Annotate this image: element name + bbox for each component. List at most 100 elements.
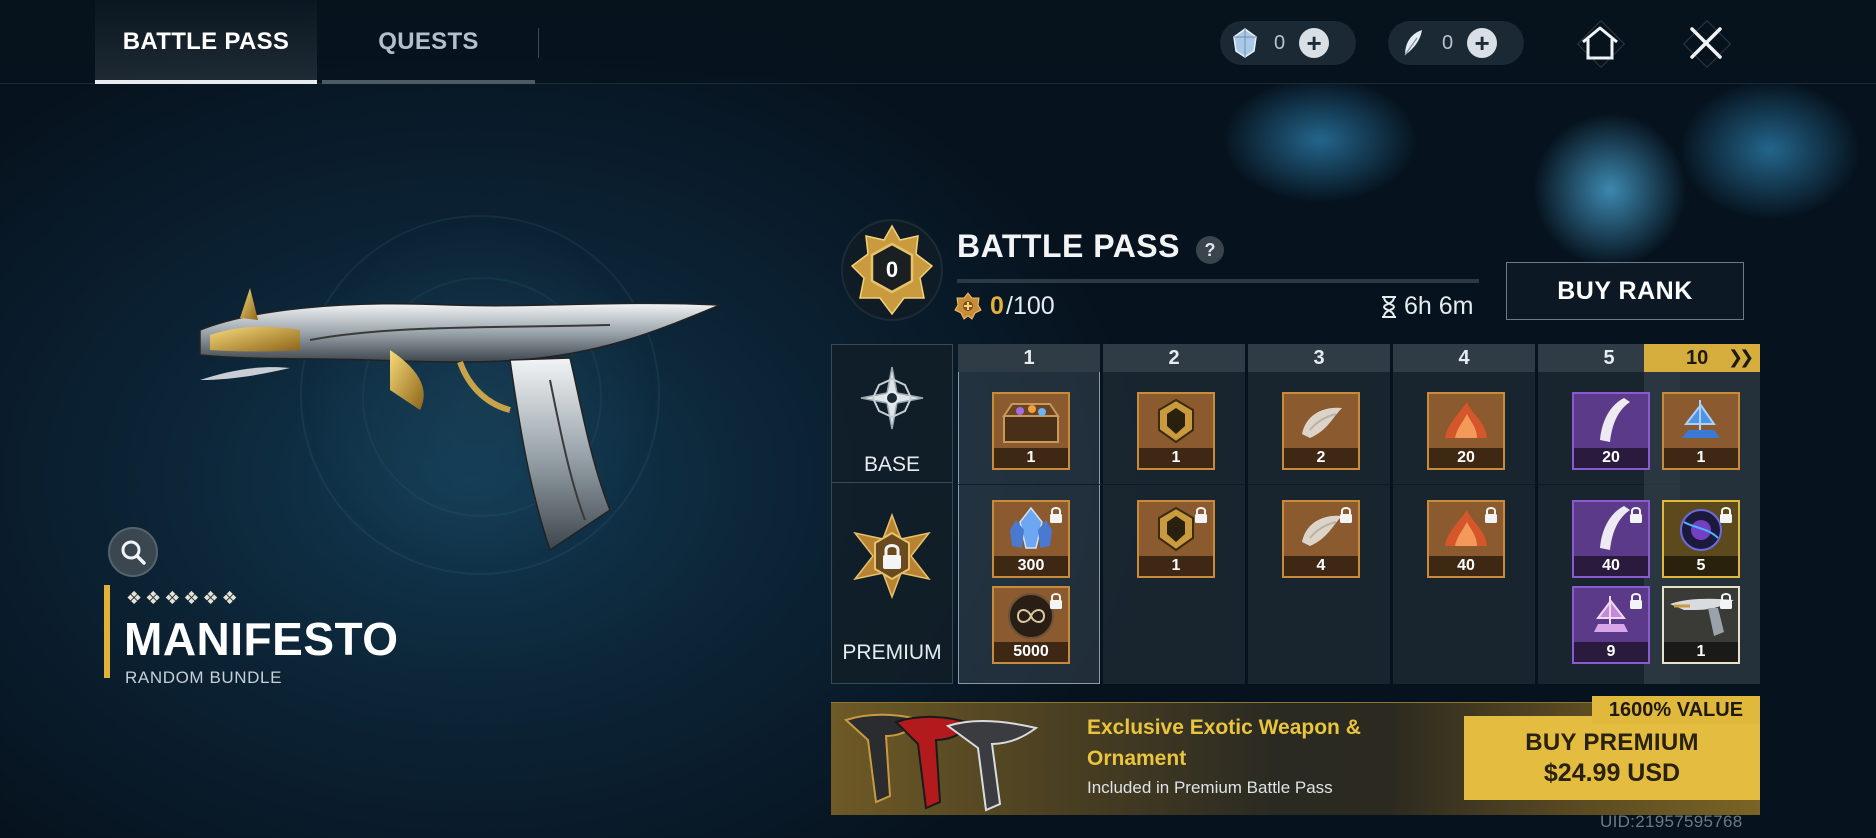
reward-quantity: 20 — [1429, 448, 1503, 468]
level-header-4: 4 — [1393, 344, 1535, 372]
reward-gold-engram[interactable]: 1 — [1137, 392, 1215, 470]
hourglass-icon — [1382, 295, 1396, 318]
reward-quantity: 40 — [1574, 556, 1648, 576]
tab-battle-pass[interactable]: BATTLE PASS — [95, 0, 317, 84]
reward-essence-premium[interactable]: 4 — [1282, 500, 1360, 578]
home-icon — [1582, 26, 1618, 60]
lock-icon — [1630, 593, 1642, 609]
premium-banner-subtitle: Included in Premium Battle Pass — [1087, 778, 1333, 797]
reward-quantity: 1 — [1139, 448, 1213, 468]
reward-ship[interactable]: 9 — [1572, 586, 1650, 664]
reward-purple-shard-premium[interactable]: 40 — [1572, 500, 1650, 578]
reward-gold-engram-premium[interactable]: 1 — [1137, 500, 1215, 578]
feather-amount: 0 — [1442, 31, 1454, 54]
reward-quantity: 9 — [1574, 642, 1648, 662]
tab-divider — [538, 28, 539, 58]
value-badge: 1600% VALUE — [1592, 696, 1760, 724]
zoom-button[interactable] — [108, 527, 158, 577]
xp-current: 0 — [990, 292, 1004, 320]
buy-premium-button[interactable]: BUY PREMIUM $24.99 USD — [1464, 716, 1760, 800]
weapon-name: MANIFESTO — [124, 613, 399, 665]
top-bar: BATTLE PASS QUESTS 0 + 0 + — [0, 0, 1876, 84]
reward-quantity: 5000 — [994, 642, 1068, 662]
reward-quantity: 1 — [994, 448, 1068, 468]
base-track-icon — [860, 366, 924, 430]
essence-icon — [1302, 407, 1342, 438]
reward-chest[interactable]: 1 — [992, 392, 1070, 470]
lock-icon — [1050, 593, 1062, 609]
close-icon — [1690, 27, 1722, 59]
reward-quantity: 4 — [1284, 556, 1358, 576]
level-header-3: 3 — [1248, 344, 1390, 372]
reward-ember-premium[interactable]: 40 — [1427, 500, 1505, 578]
treasure-chest-icon — [1002, 403, 1060, 443]
skip-forward-icon: ❯❯ — [1728, 347, 1754, 367]
level-header-1: 1 — [958, 344, 1100, 372]
search-icon — [121, 540, 146, 565]
crystal-currency: 0 + — [1220, 21, 1356, 65]
tab-battle-pass-label: BATTLE PASS — [122, 28, 290, 55]
tab-quests[interactable]: QUESTS — [322, 0, 535, 84]
reward-essence[interactable]: 2 — [1282, 392, 1360, 470]
ship-icon — [1682, 400, 1720, 438]
track-lane-divider — [832, 482, 952, 483]
lock-icon — [1720, 593, 1732, 609]
reward-quantity: 1 — [1139, 556, 1213, 576]
lock-icon — [1340, 507, 1352, 523]
row-separator — [958, 484, 1760, 485]
user-id: UID:21957595768 — [1600, 812, 1743, 831]
reward-exotic-weapon[interactable]: 1 — [1662, 586, 1740, 664]
feather-icon — [1404, 30, 1422, 56]
season-timer: 6h 6m — [1380, 292, 1473, 321]
reward-quantity: 20 — [1574, 448, 1648, 468]
premium-track-icon — [853, 513, 931, 599]
buy-premium-price: $24.99 USD — [1543, 758, 1681, 787]
ember-icon — [1445, 402, 1487, 438]
shard-icon — [1600, 398, 1630, 442]
premium-track-label: PREMIUM — [842, 641, 942, 664]
add-crystal-button[interactable]: + — [1299, 28, 1330, 58]
level-header-10-label: 10 — [1686, 347, 1709, 369]
premium-banner-title: Exclusive Exotic Weapon & Ornament — [1087, 716, 1361, 770]
lock-icon — [1050, 507, 1062, 523]
rank-number: 0 — [886, 257, 898, 282]
crystal-icon — [1233, 28, 1257, 58]
weapon-rarity: ❖❖❖❖❖❖ — [126, 588, 241, 608]
reward-quantity: 2 — [1284, 448, 1358, 468]
reward-quantity: 1 — [1664, 642, 1738, 662]
xp-icon — [954, 292, 982, 320]
tab-quests-label: QUESTS — [378, 28, 479, 55]
reward-purple-shard[interactable]: 20 — [1572, 392, 1650, 470]
feather-currency: 0 + — [1388, 21, 1524, 65]
weapon-name-accent — [104, 585, 110, 678]
reward-quantity: 1 — [1664, 448, 1738, 468]
weapon-type: RANDOM BUNDLE — [125, 668, 283, 687]
buy-rank-button[interactable]: BUY RANK — [1506, 262, 1744, 320]
rank-badge: 0 — [841, 219, 943, 321]
add-feather-button[interactable]: + — [1467, 28, 1498, 58]
level-header-2: 2 — [1103, 344, 1245, 372]
crystal-amount: 0 — [1274, 31, 1286, 54]
base-track-label: BASE — [863, 453, 921, 476]
lock-icon — [1630, 507, 1642, 523]
reward-blue-ship[interactable]: 1 — [1662, 392, 1740, 470]
lock-icon — [1485, 507, 1497, 523]
weapon-preview-image — [199, 288, 721, 552]
engram-icon — [1158, 398, 1194, 444]
xp-max: /100 — [1006, 292, 1055, 320]
exotic-weapons-image — [844, 713, 1039, 812]
home-button[interactable] — [1560, 21, 1640, 65]
help-button[interactable]: ? — [1196, 236, 1224, 264]
xp-progress-bar — [957, 279, 1479, 283]
reward-blue-crystals[interactable]: 300 — [992, 500, 1070, 578]
reward-orb[interactable]: 5 — [1662, 500, 1740, 578]
buy-premium-label: BUY PREMIUM — [1525, 728, 1699, 756]
lock-icon — [1195, 507, 1207, 523]
time-left: 6h 6m — [1404, 292, 1474, 320]
battle-pass-title: BATTLE PASS — [957, 228, 1180, 264]
track-labels: BASE PREMIUM — [831, 344, 953, 684]
reward-coin[interactable]: 5000 — [992, 586, 1070, 664]
reward-quantity: 40 — [1429, 556, 1503, 576]
close-button[interactable] — [1666, 21, 1746, 65]
reward-ember[interactable]: 20 — [1427, 392, 1505, 470]
